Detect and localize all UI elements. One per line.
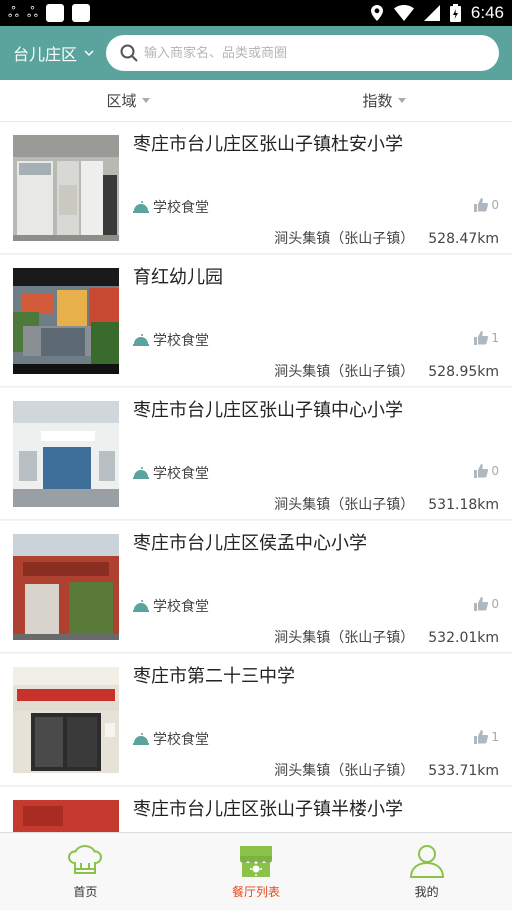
battery-icon bbox=[449, 4, 461, 22]
address-label: 涧头集镇（张山子镇） bbox=[274, 231, 415, 247]
like-count: 0 bbox=[491, 464, 499, 478]
cloche-icon bbox=[133, 334, 149, 346]
restaurant-category: 学校食堂 bbox=[133, 729, 209, 749]
chef-hat-icon bbox=[68, 844, 103, 874]
like-count: 0 bbox=[491, 597, 499, 611]
user-icon bbox=[409, 845, 444, 878]
nav-home-label: 首页 bbox=[73, 885, 98, 899]
thumbs-up-icon bbox=[474, 198, 489, 212]
caret-down-icon bbox=[141, 98, 150, 103]
search-box[interactable] bbox=[106, 35, 499, 71]
nav-mine[interactable]: 我的 bbox=[341, 833, 512, 910]
thumbs-up-icon bbox=[474, 597, 489, 611]
restaurant-photo bbox=[13, 800, 119, 832]
address-label: 涧头集镇（张山子镇） bbox=[274, 763, 415, 779]
distance-label: 528.47km bbox=[428, 231, 499, 247]
nav-home[interactable]: 首页 bbox=[0, 833, 171, 910]
category-label: 学校食堂 bbox=[153, 732, 209, 748]
distance-label: 531.18km bbox=[428, 497, 499, 513]
like-count: 0 bbox=[491, 198, 499, 212]
restaurant-name: 枣庄市台儿庄区侯孟中心小学 bbox=[133, 533, 367, 554]
restaurant-list: 枣庄市台儿庄区张山子镇杜安小学 学校食堂 0 涧头集镇（张山子镇） 528.47k… bbox=[0, 122, 512, 832]
restaurant-row[interactable]: 枣庄市第二十三中学 学校食堂 1 涧头集镇（张山子镇） 533.71km bbox=[0, 654, 512, 786]
filter-index-label: 指数 bbox=[362, 92, 393, 110]
restaurant-category: 学校食堂 bbox=[133, 463, 209, 483]
category-label: 学校食堂 bbox=[153, 466, 209, 482]
category-label: 学校食堂 bbox=[153, 599, 209, 615]
address-label: 涧头集镇（张山子镇） bbox=[274, 630, 415, 646]
clock: 6:46 bbox=[470, 3, 504, 22]
restaurant-photo bbox=[13, 667, 119, 773]
thumbs-up-icon bbox=[474, 464, 489, 478]
like-button[interactable]: 0 bbox=[474, 198, 499, 212]
restaurant-location: 涧头集镇（张山子镇） 532.01km bbox=[274, 627, 499, 647]
cloche-icon bbox=[133, 600, 149, 612]
bottom-navigation: 首页 餐厅列表 我的 bbox=[0, 832, 512, 910]
restaurant-name: 枣庄市台儿庄区张山子镇中心小学 bbox=[133, 400, 403, 421]
thumbs-up-icon bbox=[474, 730, 489, 744]
like-button[interactable]: 1 bbox=[474, 730, 499, 744]
restaurant-row[interactable]: 枣庄市台儿庄区侯孟中心小学 学校食堂 0 涧头集镇（张山子镇） 532.01km bbox=[0, 521, 512, 653]
category-label: 学校食堂 bbox=[153, 200, 209, 216]
restaurant-photo bbox=[13, 135, 119, 241]
address-label: 涧头集镇（张山子镇） bbox=[274, 364, 415, 380]
signal-icon bbox=[423, 5, 440, 21]
restaurant-location: 涧头集镇（张山子镇） 528.47km bbox=[274, 228, 499, 248]
notification-icon: ஃ bbox=[26, 5, 38, 21]
restaurant-row[interactable]: 枣庄市台儿庄区张山子镇杜安小学 学校食堂 0 涧头集镇（张山子镇） 528.47k… bbox=[0, 122, 512, 254]
restaurant-location: 涧头集镇（张山子镇） 531.18km bbox=[274, 494, 499, 514]
restaurant-photo bbox=[13, 268, 119, 374]
distance-label: 532.01km bbox=[428, 630, 499, 646]
storefront-icon bbox=[240, 846, 272, 877]
cloche-icon bbox=[133, 467, 149, 479]
like-count: 1 bbox=[491, 331, 499, 345]
restaurant-location: 涧头集镇（张山子镇） 533.71km bbox=[274, 760, 499, 780]
app-notification-icon bbox=[45, 4, 64, 22]
location-icon bbox=[370, 5, 383, 21]
nav-restaurant-list[interactable]: 餐厅列表 bbox=[171, 833, 342, 910]
restaurant-name: 枣庄市台儿庄区张山子镇半楼小学 bbox=[133, 799, 403, 820]
category-label: 学校食堂 bbox=[153, 333, 209, 349]
thumbs-up-icon bbox=[474, 331, 489, 345]
like-button[interactable]: 0 bbox=[474, 597, 499, 611]
caret-down-icon bbox=[397, 98, 406, 103]
filter-bar: 区域 指数 bbox=[0, 80, 512, 122]
restaurant-location: 涧头集镇（张山子镇） 528.95km bbox=[274, 361, 499, 381]
restaurant-category: 学校食堂 bbox=[133, 197, 209, 217]
cloche-icon bbox=[133, 201, 149, 213]
filter-region-label: 区域 bbox=[106, 92, 137, 110]
cloche-icon bbox=[133, 733, 149, 745]
nav-restaurant-list-label: 餐厅列表 bbox=[232, 885, 281, 899]
distance-label: 533.71km bbox=[428, 763, 499, 779]
restaurant-photo bbox=[13, 401, 119, 507]
search-icon bbox=[120, 44, 138, 62]
filter-index[interactable]: 指数 bbox=[256, 80, 512, 121]
filter-region[interactable]: 区域 bbox=[0, 80, 256, 121]
like-button[interactable]: 1 bbox=[474, 331, 499, 345]
restaurant-photo bbox=[13, 534, 119, 640]
restaurant-name: 育红幼儿园 bbox=[133, 267, 223, 288]
app-notification-icon bbox=[71, 4, 90, 22]
status-bar: ஃ ஃ 6:46 bbox=[0, 0, 512, 26]
restaurant-name: 枣庄市第二十三中学 bbox=[133, 666, 295, 687]
like-count: 1 bbox=[491, 730, 499, 744]
wifi-icon bbox=[393, 5, 414, 21]
restaurant-category: 学校食堂 bbox=[133, 330, 209, 350]
nav-mine-label: 我的 bbox=[414, 885, 439, 899]
restaurant-row[interactable]: 枣庄市台儿庄区张山子镇半楼小学 bbox=[0, 787, 512, 832]
restaurant-row[interactable]: 育红幼儿园 学校食堂 1 涧头集镇（张山子镇） 528.95km bbox=[0, 255, 512, 387]
search-input[interactable] bbox=[144, 45, 464, 61]
header-bar: 台儿庄区 bbox=[0, 26, 512, 80]
distance-label: 528.95km bbox=[428, 364, 499, 380]
city-label: 台儿庄区 bbox=[13, 45, 78, 64]
restaurant-category: 学校食堂 bbox=[133, 596, 209, 616]
notification-icon: ஃ bbox=[8, 5, 19, 21]
city-selector[interactable]: 台儿庄区 bbox=[0, 41, 106, 65]
chevron-down-icon bbox=[84, 50, 94, 57]
address-label: 涧头集镇（张山子镇） bbox=[274, 497, 415, 513]
restaurant-row[interactable]: 枣庄市台儿庄区张山子镇中心小学 学校食堂 0 涧头集镇（张山子镇） 531.18k… bbox=[0, 388, 512, 520]
like-button[interactable]: 0 bbox=[474, 464, 499, 478]
restaurant-name: 枣庄市台儿庄区张山子镇杜安小学 bbox=[133, 134, 403, 155]
